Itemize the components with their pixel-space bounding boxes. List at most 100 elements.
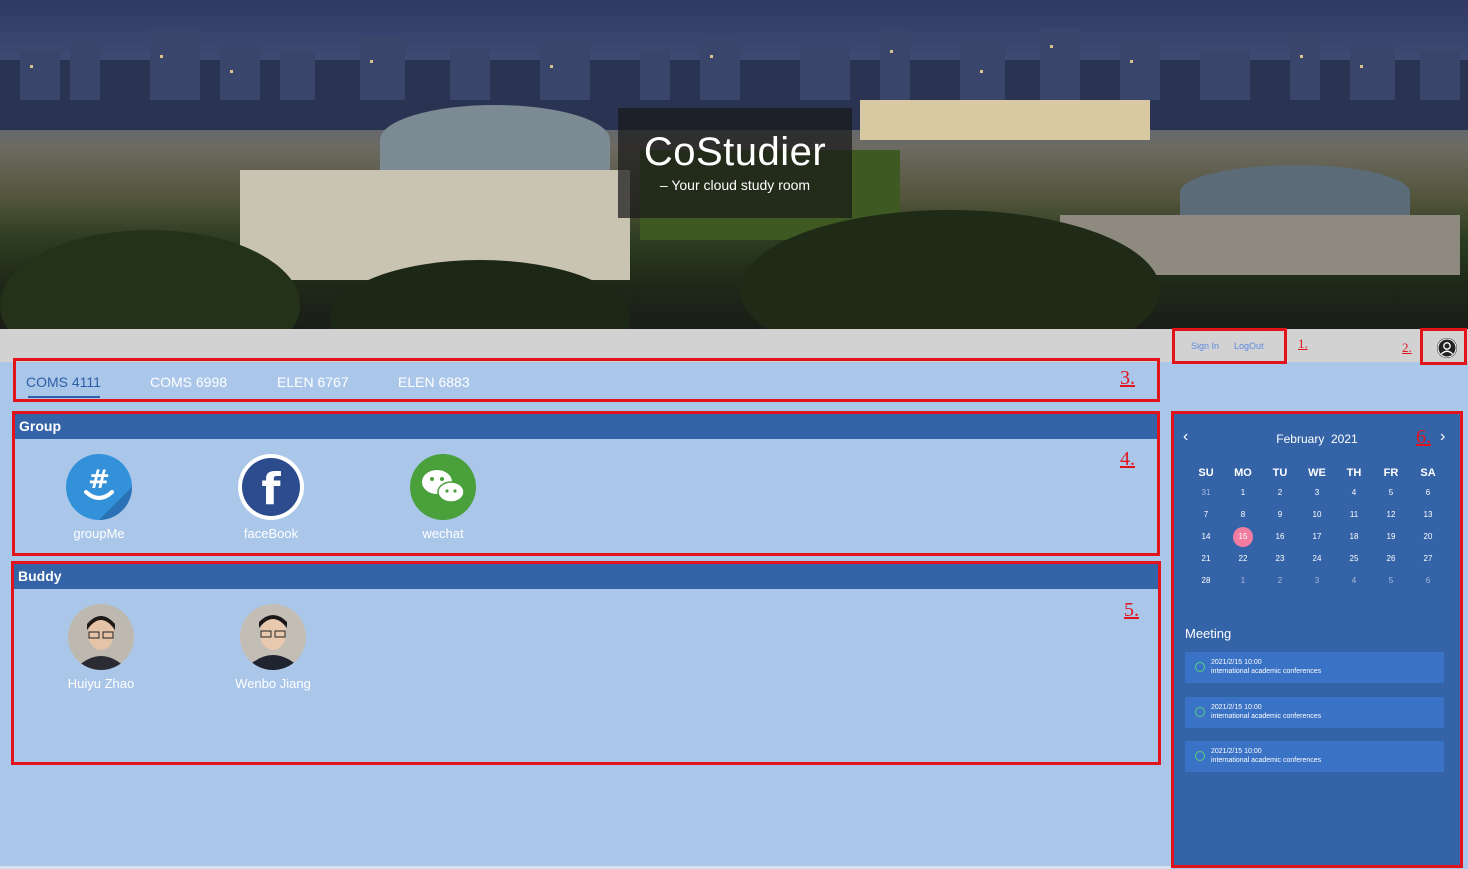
weekday-label: SA (1420, 467, 1436, 479)
calendar-day[interactable]: 2 (1265, 484, 1295, 502)
meeting-time: 2021/2/15 10:00 (1211, 748, 1262, 755)
calendar-day[interactable]: 3 (1302, 484, 1332, 502)
meeting-status-icon (1195, 662, 1205, 672)
calendar-day[interactable]: 27 (1413, 550, 1443, 568)
groupme-link[interactable]: # groupMe (49, 454, 149, 541)
meeting-desc: international academic conferences (1211, 713, 1322, 720)
marker-1: 1. (1298, 336, 1308, 351)
avatar[interactable] (68, 604, 134, 670)
campus-building (860, 100, 1150, 140)
user-menu[interactable] (1420, 328, 1467, 365)
meeting-time: 2021/2/15 10:00 (1211, 659, 1262, 666)
weekday-label: TH (1346, 467, 1362, 479)
meeting-title: Meeting (1185, 626, 1232, 641)
meeting-status-icon (1195, 707, 1205, 717)
auth-links: Sign In LogOut (1172, 328, 1287, 364)
group-header: Group (15, 414, 1157, 439)
calendar-day[interactable]: 7 (1191, 506, 1221, 524)
calendar-day[interactable]: 21 (1191, 550, 1221, 568)
calendar-day[interactable]: 26 (1376, 550, 1406, 568)
svg-text:f: f (261, 464, 281, 515)
calendar-day[interactable]: 18 (1339, 528, 1369, 546)
calendar-day[interactable]: 25 (1339, 550, 1369, 568)
meeting-time: 2021/2/15 10:00 (1211, 704, 1262, 711)
facebook-link[interactable]: f faceBook (221, 454, 321, 541)
wechat-link[interactable]: wechat (393, 454, 493, 541)
calendar-day[interactable]: 14 (1191, 528, 1221, 546)
calendar-day[interactable]: 24 (1302, 550, 1332, 568)
calendar-year: 2021 (1331, 432, 1358, 446)
calendar-day[interactable]: 6 (1413, 572, 1443, 590)
buddy-header: Buddy (14, 564, 1158, 589)
title-box: CoStudier – Your cloud study room (618, 108, 852, 218)
wechat-label: wechat (422, 526, 464, 541)
buddy-item[interactable]: Huiyu Zhao (51, 604, 151, 691)
tab-coms-4111[interactable]: COMS 4111 (26, 374, 101, 390)
user-icon[interactable] (1437, 338, 1457, 358)
calendar-day[interactable]: 16 (1265, 528, 1295, 546)
calendar-day[interactable]: 9 (1265, 506, 1295, 524)
buddy-panel: Buddy 5. Huiyu Zhao Wenbo Jiang (11, 561, 1161, 765)
calendar-day[interactable]: 19 (1376, 528, 1406, 546)
avatar[interactable] (240, 604, 306, 670)
next-month-chevron-icon[interactable]: › (1440, 428, 1445, 446)
right-dome (1180, 165, 1410, 220)
tab-coms-6998[interactable]: COMS 6998 (150, 374, 227, 390)
sign-in-link[interactable]: Sign In (1191, 341, 1219, 351)
meeting-item[interactable]: 2021/2/15 10:00 international academic c… (1185, 741, 1444, 772)
marker-5: 5. (1124, 599, 1139, 621)
site-subtitle: – Your cloud study room (659, 177, 811, 193)
calendar-day[interactable]: 2 (1265, 572, 1295, 590)
calendar-day[interactable]: 22 (1228, 550, 1258, 568)
facebook-icon[interactable]: f (238, 454, 304, 520)
calendar-day[interactable]: 5 (1376, 572, 1406, 590)
calendar-day[interactable]: 10 (1302, 506, 1332, 524)
calendar-day[interactable]: 31 (1191, 484, 1221, 502)
calendar-day[interactable]: 28 (1191, 572, 1221, 590)
groupme-icon[interactable]: # (66, 454, 132, 520)
calendar-day[interactable]: 5 (1376, 484, 1406, 502)
tab-elen-6767[interactable]: ELEN 6767 (277, 374, 349, 390)
meeting-desc: international academic conferences (1211, 668, 1322, 675)
buddy-item[interactable]: Wenbo Jiang (223, 604, 323, 691)
marker-2: 2. (1402, 340, 1412, 355)
weekday-label: MO (1234, 467, 1252, 479)
calendar-day[interactable]: 15 (1228, 528, 1258, 546)
buddy-name: Wenbo Jiang (235, 676, 311, 691)
calendar-day[interactable]: 4 (1339, 484, 1369, 502)
wechat-icon[interactable] (410, 454, 476, 520)
meeting-status-icon (1195, 751, 1205, 761)
meeting-item[interactable]: 2021/2/15 10:00 international academic c… (1185, 652, 1444, 683)
logout-link[interactable]: LogOut (1234, 341, 1264, 351)
group-panel: Group 4. # groupMe f faceBook wechat (12, 411, 1160, 556)
calendar-day[interactable]: 6 (1413, 484, 1443, 502)
calendar-day[interactable]: 1 (1228, 572, 1258, 590)
facebook-label: faceBook (243, 526, 299, 541)
tab-elen-6883[interactable]: ELEN 6883 (398, 374, 470, 390)
calendar-day[interactable]: 11 (1339, 506, 1369, 524)
calendar-day[interactable]: 12 (1376, 506, 1406, 524)
hero-banner: CoStudier – Your cloud study room (0, 0, 1468, 329)
calendar-day[interactable]: 4 (1339, 572, 1369, 590)
calendar-day[interactable]: 23 (1265, 550, 1295, 568)
weekday-label: SU (1198, 467, 1214, 479)
weekday-label: TU (1272, 467, 1288, 479)
svg-text:#: # (88, 465, 110, 495)
calendar-day[interactable]: 1 (1228, 484, 1258, 502)
marker-3: 3. (1120, 367, 1135, 389)
library-dome (380, 105, 610, 175)
buddy-name: Huiyu Zhao (67, 676, 135, 691)
weekday-label: WE (1308, 467, 1326, 479)
calendar-day[interactable]: 13 (1413, 506, 1443, 524)
calendar-day[interactable]: 8 (1228, 506, 1258, 524)
calendar-day[interactable]: 3 (1302, 572, 1332, 590)
calendar-day[interactable]: 20 (1413, 528, 1443, 546)
weekday-label: FR (1383, 467, 1399, 479)
groupme-label: groupMe (73, 526, 125, 541)
calendar-panel: ‹ February 2021 6. › Meeting 2021/2/15 1… (1171, 411, 1463, 868)
marker-4: 4. (1120, 448, 1135, 470)
course-tabs: COMS 4111 COMS 6998 ELEN 6767 ELEN 6883 … (13, 358, 1160, 402)
meeting-item[interactable]: 2021/2/15 10:00 international academic c… (1185, 697, 1444, 728)
calendar-day[interactable]: 17 (1302, 528, 1332, 546)
calendar-month: February (1276, 432, 1325, 446)
